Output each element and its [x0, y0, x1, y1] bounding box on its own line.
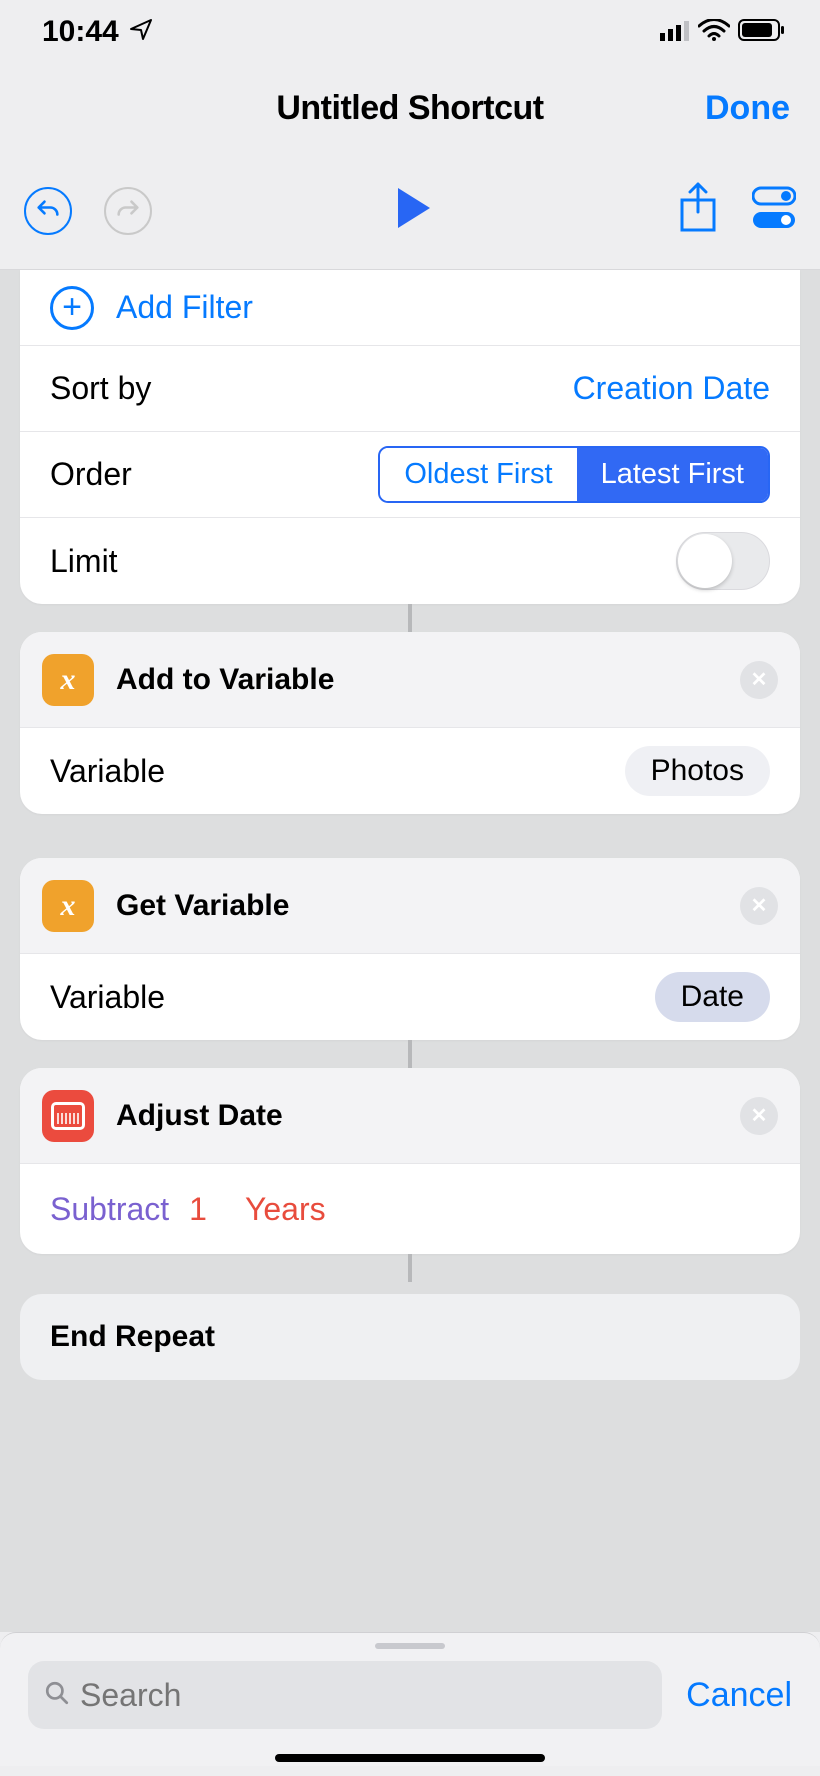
done-button[interactable]: Done [705, 89, 790, 128]
sort-by-label: Sort by [50, 370, 151, 407]
end-repeat-label: End Repeat [50, 1320, 215, 1354]
redo-button[interactable] [104, 187, 152, 235]
calendar-icon [42, 1090, 94, 1142]
variable-icon: x [42, 880, 94, 932]
sort-by-row[interactable]: Sort by Creation Date [20, 346, 800, 432]
action-title: Add to Variable [116, 663, 740, 697]
search-field[interactable] [28, 1661, 662, 1729]
header: Untitled Shortcut Done [0, 64, 820, 152]
adjust-date-card: Adjust Date ✕ Subtract 1 Years [20, 1068, 800, 1254]
settings-toggle-button[interactable] [752, 185, 796, 236]
search-icon [44, 1680, 70, 1711]
order-label: Order [50, 456, 132, 493]
action-header: Adjust Date ✕ [20, 1068, 800, 1164]
end-repeat-block: End Repeat [20, 1294, 800, 1380]
cancel-button[interactable]: Cancel [686, 1676, 792, 1715]
variable-value-pill[interactable]: Date [655, 972, 770, 1022]
toolbar [0, 152, 820, 270]
adjust-operation[interactable]: Subtract [50, 1191, 169, 1228]
order-segmented-control[interactable]: Oldest First Latest First [378, 446, 770, 503]
limit-row: Limit [20, 518, 800, 604]
page-title: Untitled Shortcut [276, 89, 543, 128]
remove-action-button[interactable]: ✕ [740, 887, 778, 925]
variable-value-pill[interactable]: Photos [625, 746, 770, 796]
remove-action-button[interactable]: ✕ [740, 661, 778, 699]
grabber-handle[interactable] [375, 1643, 445, 1649]
add-filter-button[interactable]: + Add Filter [20, 270, 800, 346]
remove-action-button[interactable]: ✕ [740, 1097, 778, 1135]
limit-label: Limit [50, 543, 118, 580]
variable-label: Variable [50, 979, 165, 1016]
limit-toggle[interactable] [676, 532, 770, 590]
action-header: x Get Variable ✕ [20, 858, 800, 954]
connector [408, 1040, 412, 1068]
cellular-icon [660, 15, 690, 49]
variable-row: Variable Photos [20, 728, 800, 814]
search-input[interactable] [80, 1677, 646, 1714]
plus-icon: + [50, 286, 94, 330]
adjust-params-row: Subtract 1 Years [20, 1164, 800, 1254]
connector [408, 1254, 412, 1282]
status-time: 10:44 [42, 15, 119, 49]
sort-by-value[interactable]: Creation Date [573, 370, 770, 407]
add-filter-label: Add Filter [116, 289, 253, 326]
variable-icon: x [42, 654, 94, 706]
adjust-amount[interactable]: 1 [189, 1191, 207, 1228]
filter-action-card: + Add Filter Sort by Creation Date Order… [20, 270, 800, 604]
wifi-icon [698, 15, 730, 49]
workflow-canvas: + Add Filter Sort by Creation Date Order… [0, 270, 820, 1632]
connector [408, 604, 412, 632]
adjust-unit[interactable]: Years [245, 1191, 326, 1228]
battery-icon [738, 15, 786, 49]
get-variable-card: x Get Variable ✕ Variable Date [20, 858, 800, 1040]
action-header: x Add to Variable ✕ [20, 632, 800, 728]
undo-button[interactable] [24, 187, 72, 235]
order-row: Order Oldest First Latest First [20, 432, 800, 518]
location-icon [129, 15, 153, 49]
status-bar: 10:44 [0, 0, 820, 64]
add-to-variable-card: x Add to Variable ✕ Variable Photos [20, 632, 800, 814]
action-title: Get Variable [116, 889, 740, 923]
order-oldest-first[interactable]: Oldest First [380, 448, 576, 501]
variable-label: Variable [50, 753, 165, 790]
order-latest-first[interactable]: Latest First [577, 448, 768, 501]
action-title: Adjust Date [116, 1099, 740, 1133]
search-panel: Cancel [0, 1632, 820, 1766]
play-button[interactable] [394, 186, 434, 235]
share-button[interactable] [676, 182, 720, 239]
home-indicator[interactable] [275, 1754, 545, 1762]
variable-row: Variable Date [20, 954, 800, 1040]
